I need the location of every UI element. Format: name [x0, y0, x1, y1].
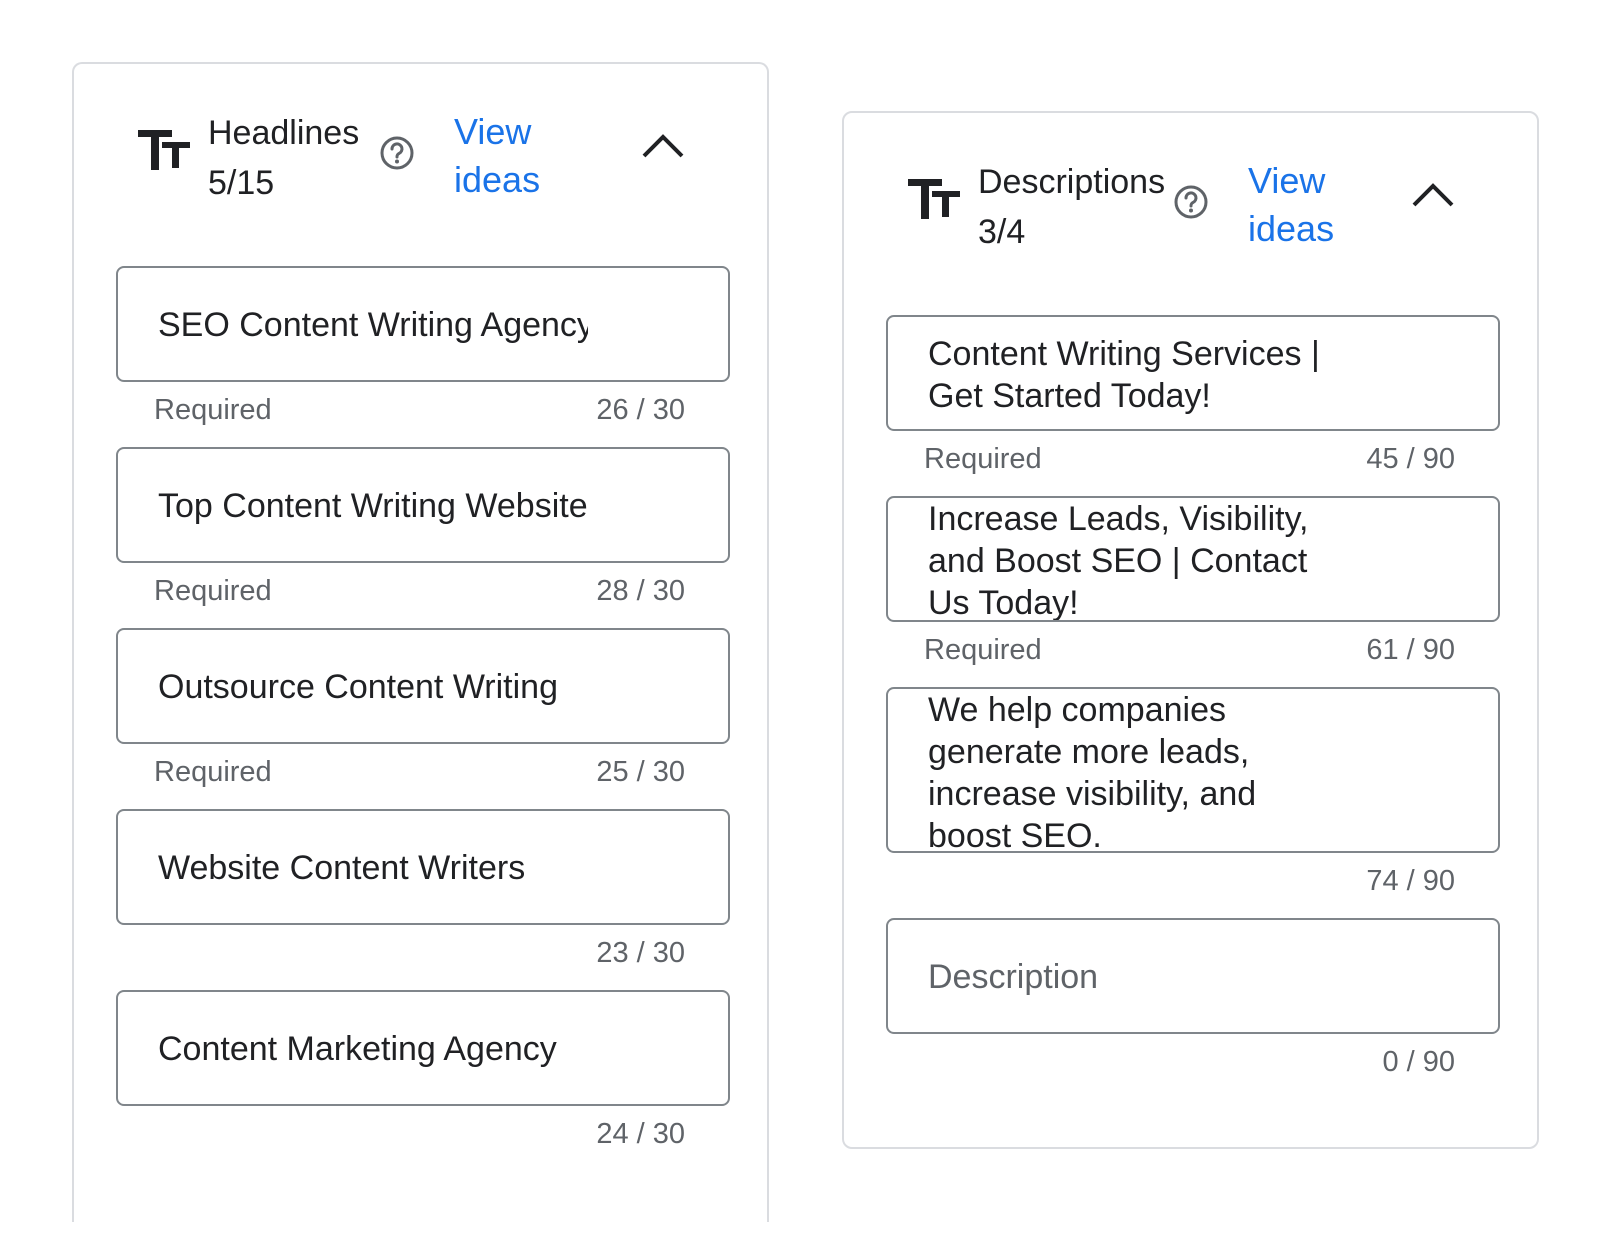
character-counter: 74 / 90 [1366, 865, 1455, 897]
character-counter: 25 / 30 [596, 756, 685, 788]
chevron-up-icon[interactable] [640, 126, 686, 166]
descriptions-title-block: Descriptions 3/4 [978, 157, 1165, 257]
text-type-icon [908, 179, 960, 219]
description-placeholder: Description [928, 958, 1099, 996]
help-circle-icon[interactable] [1172, 183, 1210, 221]
headline-input-value: Website Content Writers [158, 849, 526, 887]
text-type-icon [138, 130, 190, 170]
help-circle-icon[interactable] [378, 134, 416, 172]
headlines-count: 5/15 [208, 164, 275, 202]
character-counter: 23 / 30 [596, 937, 685, 969]
description-input-value: We help companies generate more leads, i… [928, 691, 1257, 853]
headline-input[interactable]: Top Content Writing Website [116, 447, 730, 563]
required-label: Required [154, 756, 272, 788]
character-counter: 0 / 90 [1382, 1046, 1455, 1078]
headlines-title: Headlines [208, 114, 360, 152]
description-input[interactable]: Increase Leads, Visibility, and Boost SE… [886, 496, 1500, 622]
descriptions-title: Descriptions [978, 163, 1166, 201]
headline-input[interactable]: Outsource Content Writing [116, 628, 730, 744]
descriptions-count: 3/4 [978, 213, 1026, 251]
headlines-header: Headlines 5/15 View ideas [74, 64, 767, 264]
headlines-title-block: Headlines 5/15 [208, 108, 359, 208]
required-label: Required [924, 634, 1042, 666]
required-label: Required [924, 443, 1042, 475]
description-input[interactable]: Description [886, 918, 1500, 1034]
headline-input-value: SEO Content Writing Agency [158, 306, 588, 344]
view-ideas-link[interactable]: View ideas [1248, 157, 1398, 253]
chevron-up-icon[interactable] [1410, 175, 1456, 215]
character-counter: 28 / 30 [596, 575, 685, 607]
description-input-value: Increase Leads, Visibility, and Boost SE… [928, 500, 1309, 622]
descriptions-header: Descriptions 3/4 View ideas [844, 113, 1537, 313]
headline-input-value: Content Marketing Agency [158, 1030, 557, 1068]
character-counter: 26 / 30 [596, 394, 685, 426]
required-label: Required [154, 575, 272, 607]
headline-input-value: Outsource Content Writing [158, 668, 558, 706]
headline-input[interactable]: Website Content Writers [116, 809, 730, 925]
character-counter: 45 / 90 [1366, 443, 1455, 475]
description-input[interactable]: Content Writing Services | Get Started T… [886, 315, 1500, 431]
headlines-panel: Headlines 5/15 View ideas SEO Content Wr… [72, 62, 769, 1222]
descriptions-panel: Descriptions 3/4 View ideas Content Writ… [842, 111, 1539, 1149]
headline-input[interactable]: Content Marketing Agency [116, 990, 730, 1106]
description-input[interactable]: We help companies generate more leads, i… [886, 687, 1500, 853]
required-label: Required [154, 394, 272, 426]
headline-input[interactable]: SEO Content Writing Agency [116, 266, 730, 382]
description-input-value: Content Writing Services | Get Started T… [928, 335, 1320, 415]
character-counter: 61 / 90 [1366, 634, 1455, 666]
character-counter: 24 / 30 [596, 1118, 685, 1150]
headline-input-value: Top Content Writing Website [158, 487, 588, 525]
view-ideas-link[interactable]: View ideas [454, 108, 604, 204]
